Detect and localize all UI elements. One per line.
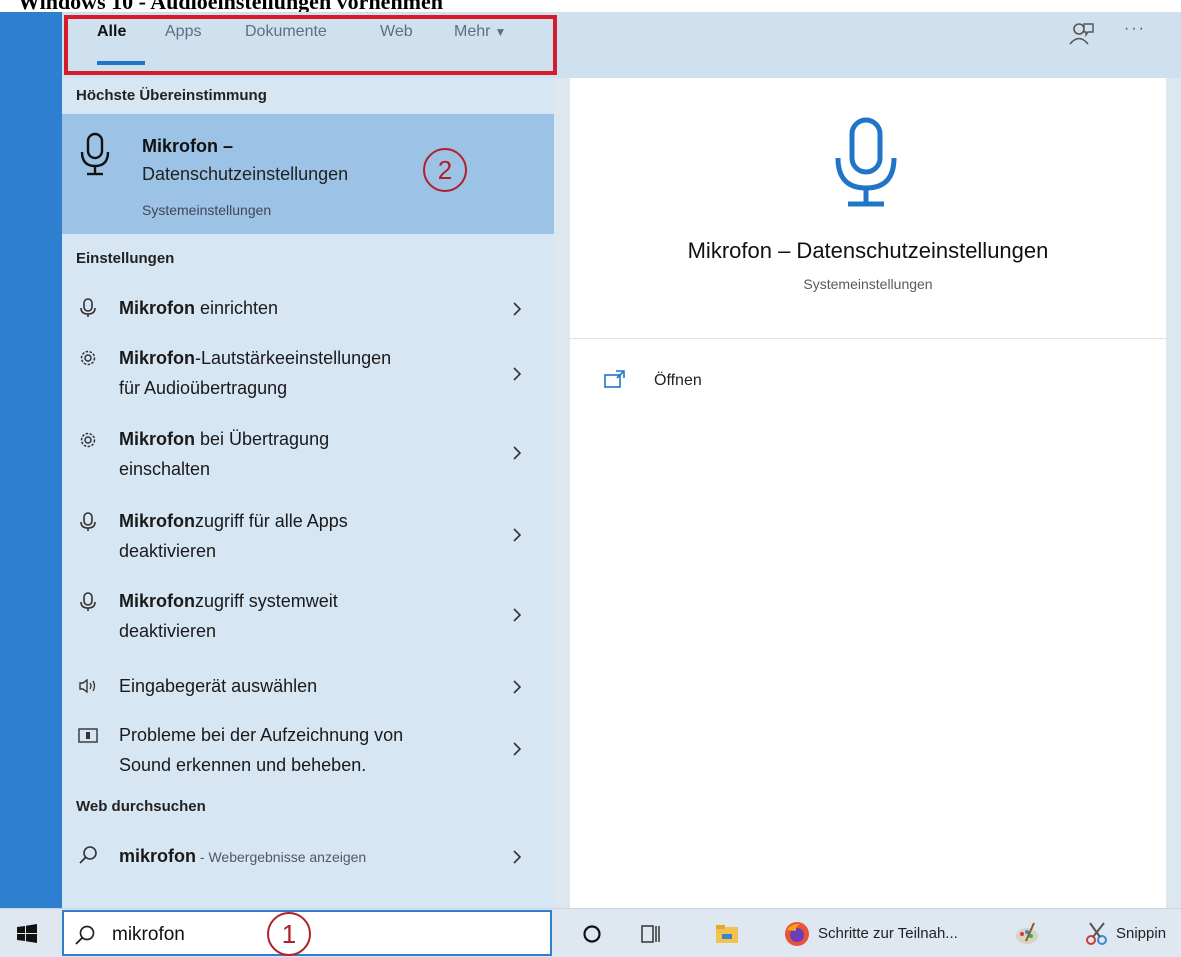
- microphone-icon: [80, 592, 96, 611]
- troubleshoot-icon: [78, 728, 98, 743]
- snipping-tool-label[interactable]: Snippin: [1116, 925, 1166, 942]
- search-icon: [79, 846, 97, 864]
- web-search-item[interactable]: mikrofon - Webergebnisse anzeigen: [62, 834, 554, 878]
- item-label-line2: einschalten: [119, 459, 211, 479]
- gear-icon: [80, 432, 96, 448]
- item-label-line2: deaktivieren: [119, 621, 217, 641]
- list-item[interactable]: Mikrofon bei Übertragung einschalten: [62, 422, 554, 486]
- list-item[interactable]: Mikrofonzugriff für alle Apps deaktivier…: [62, 504, 554, 568]
- speaker-icon: [79, 678, 96, 694]
- microphone-icon: [835, 117, 897, 207]
- firefox-task-label[interactable]: Schritte zur Teilnah...: [818, 925, 958, 942]
- open-label: Öffnen: [654, 372, 702, 389]
- list-item[interactable]: Mikrofon-Lautstärkeeinstellungen für Aud…: [62, 342, 554, 406]
- open-action[interactable]: Öffnen: [604, 370, 724, 394]
- item-label-line2: für Audioübertragung: [119, 378, 288, 398]
- search-icon: [75, 925, 95, 945]
- item-label-line2: Sound erkennen und beheben.: [119, 755, 367, 775]
- item-label: Mikrofonzugriff für alle Apps: [119, 511, 348, 531]
- item-label: Eingabegerät auswählen: [119, 676, 318, 696]
- item-label: Mikrofon bei Übertragung: [119, 429, 330, 449]
- microphone-icon: [80, 298, 96, 317]
- list-item[interactable]: Probleme bei der Aufzeichnung von Sound …: [62, 718, 554, 782]
- preview-title: Mikrofon – Datenschutzeinstellungen: [687, 238, 1049, 263]
- microphone-icon: [80, 512, 96, 531]
- chevron-right-icon: [513, 742, 522, 756]
- best-match-header: Höchste Übereinstimmung: [76, 87, 267, 104]
- web-search-header: Web durchsuchen: [76, 798, 206, 815]
- task-view-icon[interactable]: [640, 923, 662, 945]
- settings-header: Einstellungen: [76, 250, 175, 267]
- windows-start-icon[interactable]: [16, 923, 38, 945]
- chevron-right-icon: [513, 680, 522, 694]
- open-icon: [604, 370, 625, 388]
- chevron-right-icon: [513, 302, 522, 316]
- firefox-icon[interactable]: [784, 921, 810, 947]
- search-input[interactable]: mikrofon: [112, 924, 185, 946]
- item-label: Probleme bei der Aufzeichnung von: [119, 725, 404, 745]
- chevron-right-icon: [513, 608, 522, 622]
- list-item[interactable]: Eingabegerät auswählen: [62, 664, 554, 708]
- chevron-right-icon: [513, 850, 522, 864]
- middle-gutter: [554, 78, 570, 908]
- preview-header: Mikrofon – Datenschutzeinstellungen Syst…: [570, 86, 1166, 339]
- file-explorer-icon[interactable]: [715, 923, 739, 945]
- chevron-right-icon: [513, 446, 522, 460]
- preview-subtitle: Systemeinstellungen: [803, 276, 933, 292]
- best-match-title: Mikrofon –: [142, 136, 234, 156]
- snipping-tool-icon[interactable]: [1084, 921, 1110, 947]
- taskbar: mikrofon 1 Schritte zur Teilnah... Snipp…: [0, 908, 1181, 957]
- tabs-highlight-box: [64, 15, 557, 75]
- taskbar-search-box[interactable]: mikrofon 1: [62, 910, 552, 956]
- feedback-icon[interactable]: [1067, 20, 1095, 48]
- results-panel: Höchste Übereinstimmung Mikrofon – Daten…: [62, 78, 554, 908]
- paint-icon[interactable]: [1014, 921, 1042, 947]
- best-match-item[interactable]: Mikrofon – Datenschutzeinstellungen Syst…: [62, 114, 554, 234]
- right-gutter: [1166, 78, 1181, 908]
- list-item[interactable]: Mikrofon einrichten: [62, 286, 554, 330]
- item-label: Mikrofon einrichten: [119, 298, 279, 318]
- item-label: mikrofon - Webergebnisse anzeigen: [119, 846, 367, 866]
- chevron-right-icon: [513, 528, 522, 542]
- best-match-meta: Systemeinstellungen: [142, 202, 272, 218]
- item-label: Mikrofonzugriff systemweit: [119, 591, 338, 611]
- annotation-circle-1: 1: [267, 912, 311, 956]
- item-label-line2: deaktivieren: [119, 541, 217, 561]
- more-options-icon[interactable]: ···: [1124, 20, 1146, 38]
- annotation-circle-2: 2: [423, 148, 467, 192]
- left-blue-strip: [0, 12, 62, 908]
- item-label: Mikrofon-Lautstärkeeinstellungen: [119, 348, 392, 368]
- cortana-icon[interactable]: [582, 924, 602, 944]
- gear-icon: [80, 350, 96, 366]
- best-match-subtitle: Datenschutzeinstellungen: [142, 164, 349, 184]
- microphone-icon: [80, 132, 110, 176]
- preview-pane: Mikrofon – Datenschutzeinstellungen Syst…: [570, 86, 1166, 908]
- chevron-right-icon: [513, 367, 522, 381]
- list-item[interactable]: Mikrofonzugriff systemweit deaktivieren: [62, 584, 554, 648]
